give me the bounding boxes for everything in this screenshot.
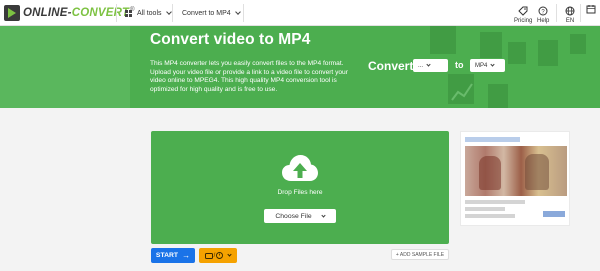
ad-cta-button[interactable] [543, 211, 565, 217]
arrow-right-icon: → [182, 251, 191, 260]
pricing-link[interactable]: Pricing [514, 2, 532, 24]
start-button[interactable]: START → [151, 248, 195, 263]
ad-text-line [465, 214, 515, 218]
grid-icon [125, 9, 132, 17]
logo-icon [4, 5, 20, 21]
convert-label: Convert [368, 59, 414, 73]
nav-divider [243, 4, 244, 22]
ad-title-placeholder [465, 137, 520, 142]
clock-icon [216, 252, 224, 259]
help-circle-icon: ? [538, 6, 548, 16]
chevron-down-icon [165, 8, 172, 15]
tag-icon [518, 6, 528, 16]
chevron-down-icon [234, 8, 241, 15]
options-dropdown[interactable]: / [199, 248, 237, 263]
add-sample-file-button[interactable]: + ADD SAMPLE FILE [391, 249, 449, 260]
all-tools-menu[interactable]: All tools [125, 0, 172, 26]
drop-files-text: Drop Files here [277, 189, 323, 196]
ad-text-line [465, 207, 505, 211]
chevron-down-icon [426, 62, 431, 67]
help-link[interactable]: ? Help [537, 2, 549, 24]
nav-divider [580, 4, 581, 22]
source-format-select[interactable]: ... [413, 59, 448, 72]
file-drop-zone[interactable]: Drop Files here Choose File [151, 131, 449, 244]
page-description: This MP4 converter lets you easily conve… [150, 60, 348, 93]
all-tools-label: All tools [137, 9, 162, 17]
nav-divider [116, 4, 117, 22]
target-format-select[interactable]: MP4 [470, 59, 505, 72]
ad-text-line [465, 200, 525, 204]
advertisement[interactable] [460, 131, 570, 226]
page-title: Convert video to MP4 [150, 31, 311, 48]
ad-image [465, 146, 567, 196]
chevron-down-icon [490, 62, 495, 67]
nav-divider [172, 4, 173, 22]
chevron-down-icon [227, 252, 232, 257]
language-selector[interactable]: EN [565, 2, 575, 24]
top-navbar: ONLINE-CONVERT ® All tools Convert to MP… [0, 0, 600, 26]
hero-accent-panel [0, 26, 130, 108]
convert-to-menu[interactable]: Convert to MP4 [182, 0, 241, 26]
calendar-button[interactable] [586, 4, 596, 26]
storage-icon [204, 252, 213, 259]
convert-to-label: Convert to MP4 [182, 9, 231, 17]
choose-file-button[interactable]: Choose File [264, 209, 336, 223]
logo-text: ONLINE-CONVERT [23, 7, 130, 19]
to-label: to [455, 60, 464, 70]
cloud-upload-icon [282, 155, 318, 181]
nav-divider [556, 4, 557, 22]
globe-icon [565, 6, 575, 16]
hero-banner: Convert video to MP4 This MP4 converter … [0, 26, 600, 108]
logo[interactable]: ONLINE-CONVERT ® [4, 4, 135, 22]
calendar-icon [586, 5, 596, 14]
chevron-down-icon [321, 212, 326, 218]
